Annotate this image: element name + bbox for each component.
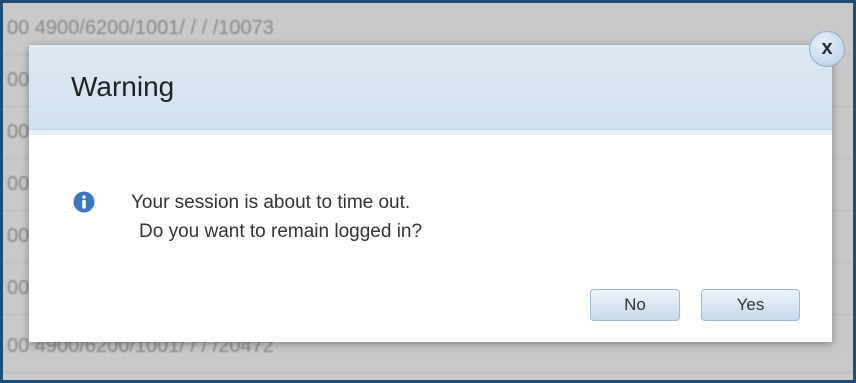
app-window: 00 4900/6200/1001/ / / /10073 00 00 00 0… bbox=[0, 0, 856, 383]
info-icon bbox=[73, 191, 95, 218]
close-button[interactable]: x bbox=[809, 31, 845, 67]
dialog-title: Warning bbox=[71, 71, 175, 102]
yes-button[interactable]: Yes bbox=[701, 289, 800, 321]
close-icon: x bbox=[821, 37, 833, 59]
message-line-2: Do you want to remain logged in? bbox=[139, 221, 423, 242]
dialog-message: Your session is about to time out. Do yo… bbox=[131, 188, 422, 246]
session-timeout-dialog: Warning Your session is about to time ou… bbox=[29, 45, 832, 342]
no-button[interactable]: No bbox=[590, 289, 680, 321]
dialog-header: Warning bbox=[29, 45, 832, 135]
message-line-1: Your session is about to time out. bbox=[131, 192, 411, 213]
